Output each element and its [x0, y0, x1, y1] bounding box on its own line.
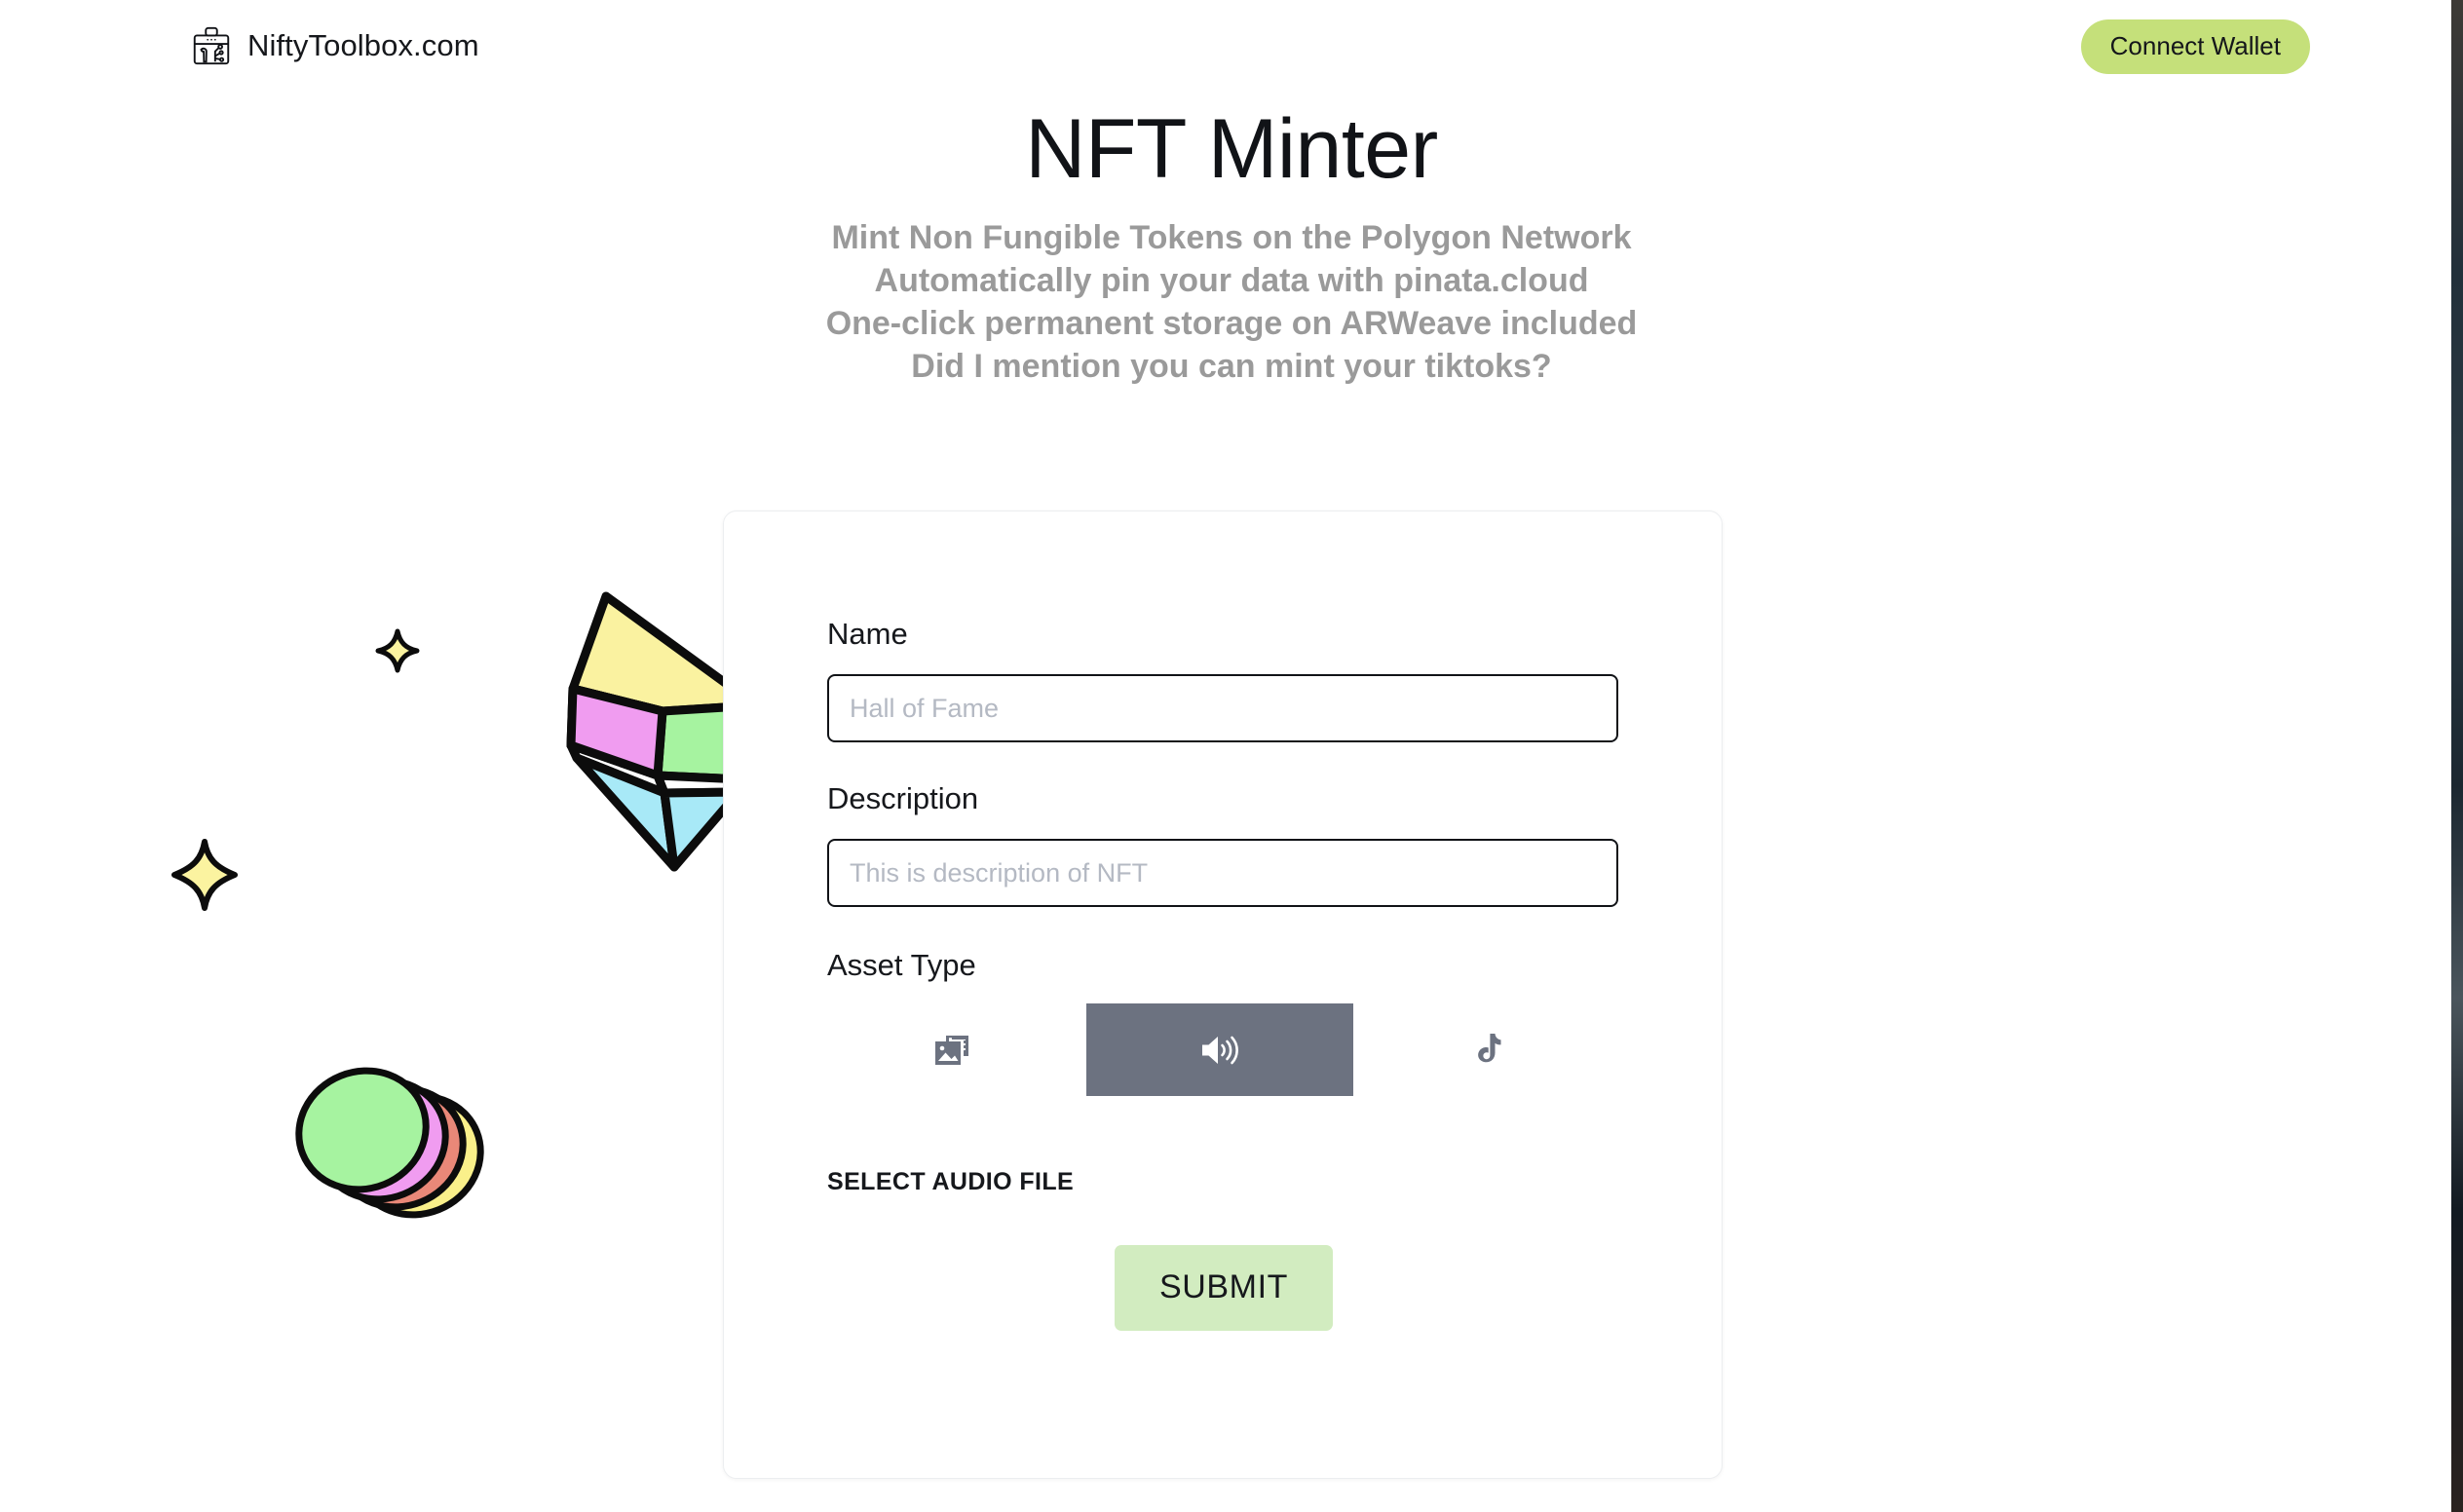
asset-type-option-image[interactable] — [818, 1003, 1086, 1096]
name-input[interactable] — [827, 674, 1618, 742]
brand-logo[interactable]: NiftyToolbox.com — [189, 23, 479, 68]
mint-form-card: Name Description Asset Type — [723, 510, 1723, 1479]
image-stack-icon — [935, 1035, 969, 1065]
hero-subtitle-line: Automatically pin your data with pinata.… — [874, 261, 1589, 299]
sparkle-star-icon — [375, 628, 420, 673]
connect-wallet-button[interactable]: Connect Wallet — [2080, 19, 2310, 74]
submit-row: SUBMIT — [827, 1245, 1620, 1331]
hero-subtitles: Mint Non Fungible Tokens on the Polygon … — [0, 216, 2463, 388]
hero-subtitle-line: Did I mention you can mint your tiktoks? — [911, 348, 1552, 386]
hero-section: NFT Minter Mint Non Fungible Tokens on t… — [0, 102, 2463, 388]
asset-type-selector — [818, 1003, 1621, 1096]
name-label: Name — [827, 617, 908, 651]
sparkle-star-icon — [171, 839, 238, 911]
submit-button[interactable]: SUBMIT — [1114, 1245, 1334, 1331]
speaker-volume-icon — [1202, 1036, 1238, 1064]
description-input[interactable] — [827, 839, 1618, 907]
description-label: Description — [827, 781, 979, 815]
tiktok-icon — [1477, 1033, 1501, 1062]
stacked-coins-illustration — [295, 1067, 484, 1219]
hero-subtitle-line: Mint Non Fungible Tokens on the Polygon … — [831, 218, 1632, 256]
asset-type-option-tiktok[interactable] — [1353, 1003, 1621, 1096]
desktop-edge-sliver — [2451, 0, 2463, 1512]
brand-name: NiftyToolbox.com — [247, 28, 479, 62]
toolbox-icon — [193, 26, 230, 65]
page-root: NiftyToolbox.com Connect Wallet NFT Mint… — [0, 0, 2463, 1512]
hero-subtitle-line: One-click permanent storage on ARWeave i… — [825, 304, 1638, 342]
page-title: NFT Minter — [1025, 102, 1438, 196]
asset-type-option-audio[interactable] — [1085, 1003, 1354, 1096]
select-file-label[interactable]: SELECT AUDIO FILE — [827, 1168, 1074, 1196]
asset-type-label: Asset Type — [827, 948, 976, 982]
